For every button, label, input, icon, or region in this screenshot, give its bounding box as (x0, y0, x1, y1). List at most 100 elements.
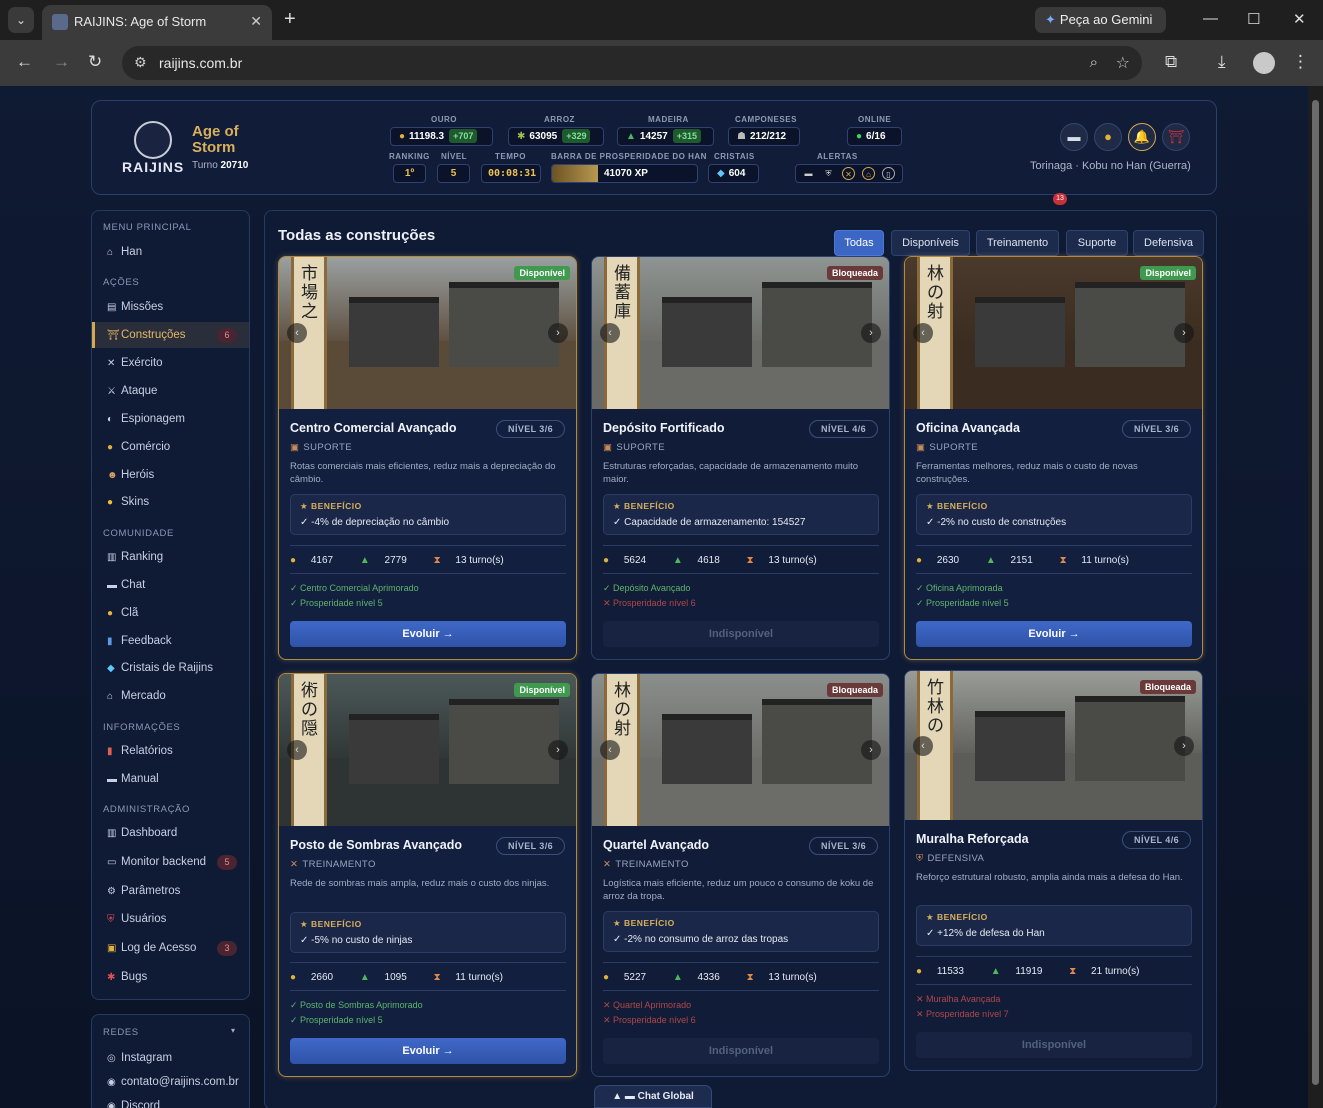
sidebar-item-ataque[interactable]: ⚔ Ataque (92, 378, 249, 404)
chat-global-button[interactable]: ▲ ▬ Chat Global (594, 1085, 712, 1108)
extensions-icon[interactable]: ⧉ (1165, 52, 1177, 72)
bell-icon[interactable]: 🔔 (1128, 123, 1156, 151)
sword-alert-icon[interactable]: ✕ (842, 167, 855, 180)
next-image-icon[interactable]: › (1174, 735, 1194, 756)
sidebar-item-comercio[interactable]: ● Comércio (92, 434, 249, 460)
filter-treinamento[interactable]: Treinamento (976, 230, 1059, 256)
sidebar-item-han[interactable]: ⌂ Han (92, 239, 249, 265)
gemini-button[interactable]: ✦ Peça ao Gemini (1035, 7, 1166, 33)
redes-item-discord[interactable]: ◉ Discord (92, 1093, 249, 1108)
next-image-icon[interactable]: › (548, 740, 568, 760)
construction-card: 林の射 ‹ › Disponível Oficina Avançada NÍVE… (904, 256, 1203, 660)
forward-button[interactable]: → (53, 53, 70, 70)
sidebar-item-bugs[interactable]: ✱ Bugs (92, 964, 249, 990)
page-scrollbar[interactable] (1308, 86, 1323, 1108)
indisponivel-button: Indisponível (603, 1038, 879, 1064)
new-tab-button[interactable]: + (284, 9, 296, 29)
gear-icon: ⚙ (107, 886, 116, 897)
building-alert-icon[interactable]: ⌂ (862, 167, 875, 180)
zoom-icon[interactable]: ⌕ (1090, 54, 1098, 71)
bookmark-star-icon[interactable]: ☆ (1116, 53, 1130, 73)
previous-image-icon[interactable]: ‹ (913, 735, 933, 756)
mail-alert-icon[interactable]: ▬ (802, 167, 815, 180)
hourglass-icon: ⧗ (1059, 555, 1067, 566)
shield-alert-icon[interactable]: ⛨ (822, 167, 835, 180)
divider (603, 990, 879, 991)
close-tab-icon[interactable]: ✕ (250, 13, 262, 30)
previous-image-icon[interactable]: ‹ (600, 323, 620, 343)
next-image-icon[interactable]: › (1174, 323, 1194, 343)
sidebar-item-exercito[interactable]: ✕ Exército (92, 350, 249, 376)
scroll-alert-icon[interactable]: ▯ (882, 167, 895, 180)
maximize-button[interactable]: ☐ (1247, 10, 1260, 28)
status-badge: Disponível (514, 683, 570, 697)
close-window-button[interactable]: ✕ (1293, 10, 1306, 28)
messages-icon[interactable]: ▬ (1060, 123, 1088, 151)
previous-image-icon[interactable]: ‹ (600, 740, 620, 760)
category-icon: ▣ (603, 442, 613, 453)
redes-item-instagram[interactable]: ◎ Instagram (92, 1045, 249, 1071)
menu-kebab-icon[interactable]: ⋮ (1292, 52, 1309, 72)
sidebar-item-feedback[interactable]: ▮ Feedback (92, 628, 249, 654)
divider (916, 545, 1192, 546)
reload-button[interactable]: ↻ (88, 53, 102, 70)
category-icon: ✕ (603, 859, 612, 870)
sidebar-item-relatorios[interactable]: ▮ Relatórios (92, 738, 249, 764)
user-han-label: Torinaga · Kobu no Han (Guerra) (1030, 160, 1191, 172)
sidebar-item-usuarios[interactable]: ⛨ Usuários (92, 906, 249, 932)
raijins-logo[interactable]: RAIJINS (122, 121, 184, 177)
category-label: ▣ SUPORTE (916, 442, 978, 453)
sidebar-item-cla[interactable]: ● Clã (92, 600, 249, 626)
divider (916, 573, 1192, 574)
site-info-icon[interactable]: ⚙ (134, 54, 147, 71)
gold-icon: ● (916, 555, 923, 566)
previous-image-icon[interactable]: ‹ (913, 323, 933, 343)
sidebar-item-log-acesso[interactable]: ▣ Log de Acesso 3 (92, 935, 249, 961)
sidebar-item-manual[interactable]: ▬ Manual (92, 766, 249, 792)
filter-todas[interactable]: Todas (834, 230, 884, 256)
evoluir-button[interactable]: Evoluir → (290, 621, 566, 647)
profile-avatar[interactable] (1253, 52, 1275, 74)
sidebar-item-cristais[interactable]: ◆ Cristais de Raijins (92, 655, 249, 681)
sidebar-item-missoes[interactable]: ▤ Missões (92, 294, 249, 320)
redes-item-email[interactable]: ◉ contato@raijins.com.br (92, 1069, 249, 1095)
filter-disponiveis[interactable]: Disponíveis (891, 230, 970, 256)
evoluir-button[interactable]: Evoluir → (916, 621, 1192, 647)
hourglass-icon: ⧗ (1069, 966, 1077, 977)
previous-image-icon[interactable]: ‹ (287, 323, 307, 343)
construction-illustration: 林の射 ‹ › Disponível (905, 257, 1202, 409)
tab-search-button[interactable]: ⌄ (8, 7, 34, 33)
collapse-caret-icon[interactable]: ▾ (231, 1026, 235, 1035)
next-image-icon[interactable]: › (861, 740, 881, 760)
logo-emblem-icon (134, 121, 172, 159)
filter-suporte[interactable]: Suporte (1066, 230, 1128, 256)
benefit-header: ★ BENEFÍCIO (300, 919, 362, 929)
sidebar-item-dashboard[interactable]: ▥ Dashboard (92, 820, 249, 846)
sidebar-item-espionagem[interactable]: ◐ Espionagem (92, 406, 249, 432)
sidebar-item-skins[interactable]: ● Skins (92, 489, 249, 515)
scrollbar-thumb[interactable] (1312, 100, 1319, 1085)
next-image-icon[interactable]: › (861, 323, 881, 343)
sidebar-item-herois[interactable]: ☻ Heróis (92, 462, 249, 488)
browser-tab[interactable]: RAIJINS: Age of Storm ✕ (42, 5, 272, 40)
sidebar-item-monitor-backend[interactable]: ▭ Monitor backend 5 (92, 849, 249, 875)
evoluir-button[interactable]: Evoluir → (290, 1038, 566, 1064)
next-image-icon[interactable]: › (548, 323, 568, 343)
filter-defensiva[interactable]: Defensiva (1133, 230, 1204, 256)
sidebar-item-chat[interactable]: ▬ Chat (92, 572, 249, 598)
gold-bag-icon[interactable]: ● (1094, 123, 1122, 151)
omnibox[interactable]: ⚙ raijins.com.br ⌕ ☆ (122, 46, 1142, 80)
sidebar-item-construcoes[interactable]: ⛩Construções 6 (92, 322, 249, 348)
sidebar-item-mercado[interactable]: ⌂ Mercado (92, 683, 249, 709)
previous-image-icon[interactable]: ‹ (287, 740, 307, 760)
sidebar-item-ranking[interactable]: ▥ Ranking (92, 544, 249, 570)
divider (603, 573, 879, 574)
tree-icon: ▲ (985, 555, 996, 566)
torii-icon[interactable]: ⛩ (1162, 123, 1190, 151)
download-icon[interactable]: ⤓ (1218, 52, 1226, 72)
benefit-header: ★ BENEFÍCIO (613, 918, 675, 928)
back-button[interactable]: ← (16, 53, 33, 70)
construction-description: Reforço estrutural robusto, amplia ainda… (916, 872, 1183, 883)
sidebar-item-parametros[interactable]: ⚙ Parâmetros (92, 878, 249, 904)
minimize-button[interactable]: — (1203, 10, 1218, 27)
